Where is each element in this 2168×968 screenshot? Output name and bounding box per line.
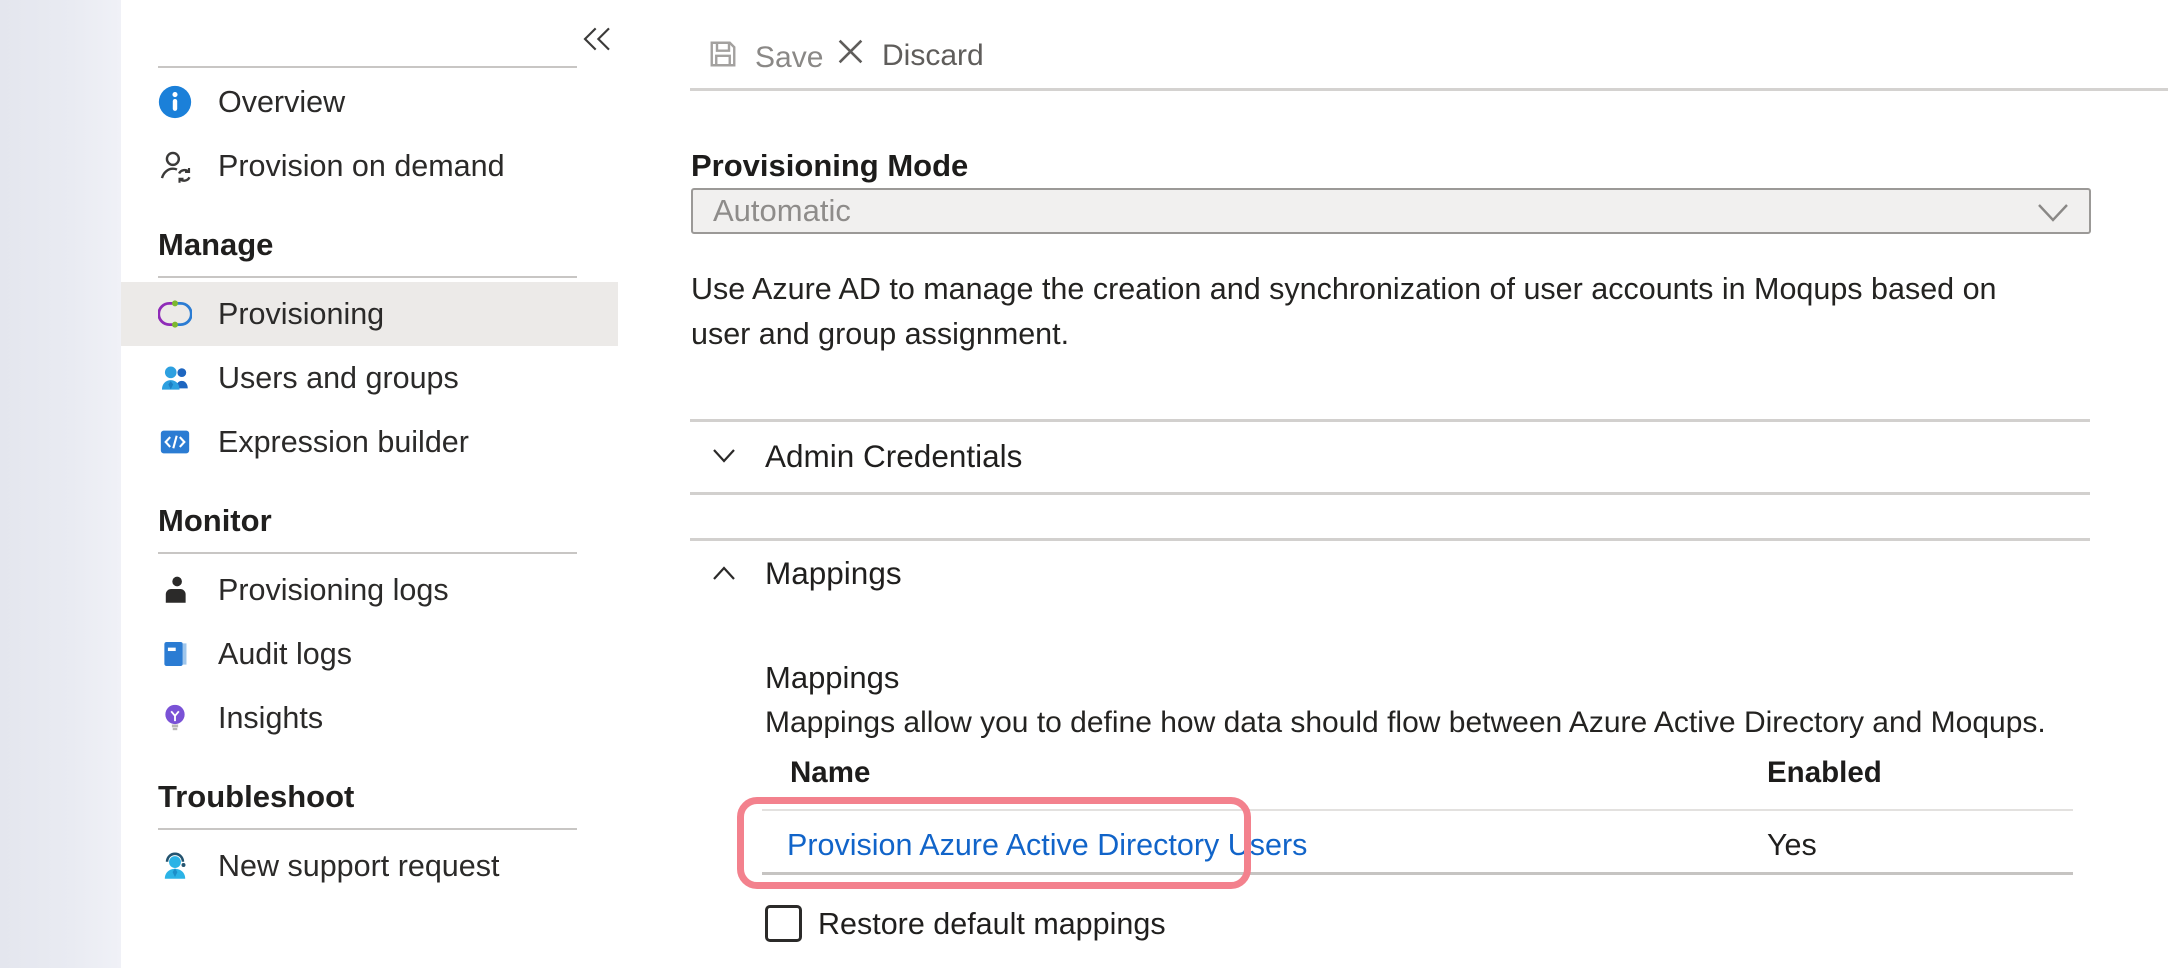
chevron-down-icon	[712, 448, 736, 464]
person-log-icon	[158, 573, 192, 607]
sidebar-item-label: Provisioning logs	[218, 573, 449, 608]
double-chevron-left-icon	[581, 25, 613, 56]
admin-credentials-title: Admin Credentials	[765, 438, 1022, 475]
sidebar-divider	[158, 276, 577, 278]
save-button[interactable]: Save	[705, 36, 823, 80]
main-content: Save Discard Provisioning Mode Automatic…	[690, 0, 2168, 968]
mappings-title: Mappings	[765, 555, 902, 592]
sidebar-divider	[158, 552, 577, 554]
sidebar-item-label: Insights	[218, 701, 323, 736]
column-header-name: Name	[790, 756, 870, 790]
support-person-icon	[158, 849, 192, 883]
section-divider	[690, 538, 2090, 541]
sidebar-item-provisioning-logs[interactable]: Provisioning logs	[121, 558, 650, 622]
sidebar-item-label: Expression builder	[218, 425, 469, 460]
provisioning-description: Use Azure AD to manage the creation and …	[691, 267, 2036, 357]
column-header-enabled: Enabled	[1767, 756, 1882, 790]
page-background-strip	[0, 0, 121, 968]
mappings-subheading: Mappings	[765, 660, 899, 696]
mappings-accordion[interactable]: Mappings	[690, 551, 2090, 595]
person-sync-icon	[158, 149, 192, 183]
discard-label: Discard	[882, 39, 984, 73]
sidebar-item-new-support-request[interactable]: New support request	[121, 834, 650, 898]
sidebar-item-label: Provision on demand	[218, 149, 505, 184]
provisioning-mode-label: Provisioning Mode	[691, 148, 968, 184]
close-x-icon	[835, 36, 866, 75]
restore-default-mappings-label: Restore default mappings	[818, 907, 1166, 942]
sidebar-item-label: Audit logs	[218, 637, 352, 672]
mapping-enabled-value: Yes	[1767, 828, 1817, 863]
section-divider	[690, 419, 2090, 422]
code-brackets-icon	[158, 425, 192, 459]
save-label: Save	[755, 41, 823, 75]
lightbulb-icon	[158, 701, 192, 735]
restore-default-mappings-checkbox[interactable]	[765, 905, 802, 942]
sidebar-divider	[158, 66, 577, 68]
section-divider	[690, 492, 2090, 495]
chevron-down-icon	[2037, 203, 2069, 228]
table-row-divider	[762, 872, 2073, 875]
provisioning-mode-dropdown[interactable]: Automatic	[691, 188, 2091, 234]
mapping-link-provision-users[interactable]: Provision Azure Active Directory Users	[787, 828, 1307, 863]
sidebar-item-insights[interactable]: Insights	[121, 686, 650, 750]
discard-button[interactable]: Discard	[835, 36, 984, 75]
mappings-description: Mappings allow you to define how data sh…	[765, 706, 2046, 740]
admin-credentials-accordion[interactable]: Admin Credentials	[690, 434, 2090, 478]
users-group-icon	[158, 361, 192, 395]
sidebar-nav: Overview Provision on demand Manage	[121, 70, 650, 898]
sidebar-item-provision-on-demand[interactable]: Provision on demand	[121, 134, 650, 198]
sidebar-divider	[158, 828, 577, 830]
sidebar-section-monitor: Monitor	[121, 498, 650, 544]
sidebar: Overview Provision on demand Manage	[121, 0, 650, 968]
collapse-sidebar-button[interactable]	[579, 24, 615, 56]
sidebar-section-troubleshoot: Troubleshoot	[121, 774, 650, 820]
sidebar-item-overview[interactable]: Overview	[121, 70, 650, 134]
sidebar-item-audit-logs[interactable]: Audit logs	[121, 622, 650, 686]
sidebar-item-label: Users and groups	[218, 361, 459, 396]
sidebar-section-manage: Manage	[121, 222, 650, 268]
sidebar-item-label: New support request	[218, 849, 499, 884]
toolbar-divider	[690, 88, 2168, 91]
provisioning-mode-value: Automatic	[713, 193, 851, 229]
save-disk-icon	[705, 36, 741, 80]
sidebar-item-label: Overview	[218, 85, 345, 120]
provisioning-loops-icon	[158, 297, 192, 331]
table-row-divider	[762, 809, 2073, 811]
sidebar-item-provisioning[interactable]: Provisioning	[121, 282, 618, 346]
sidebar-item-users-and-groups[interactable]: Users and groups	[121, 346, 650, 410]
info-icon	[158, 85, 192, 119]
book-icon	[158, 637, 192, 671]
sidebar-item-label: Provisioning	[218, 297, 384, 332]
chevron-up-icon	[712, 565, 736, 581]
sidebar-item-expression-builder[interactable]: Expression builder	[121, 410, 650, 474]
